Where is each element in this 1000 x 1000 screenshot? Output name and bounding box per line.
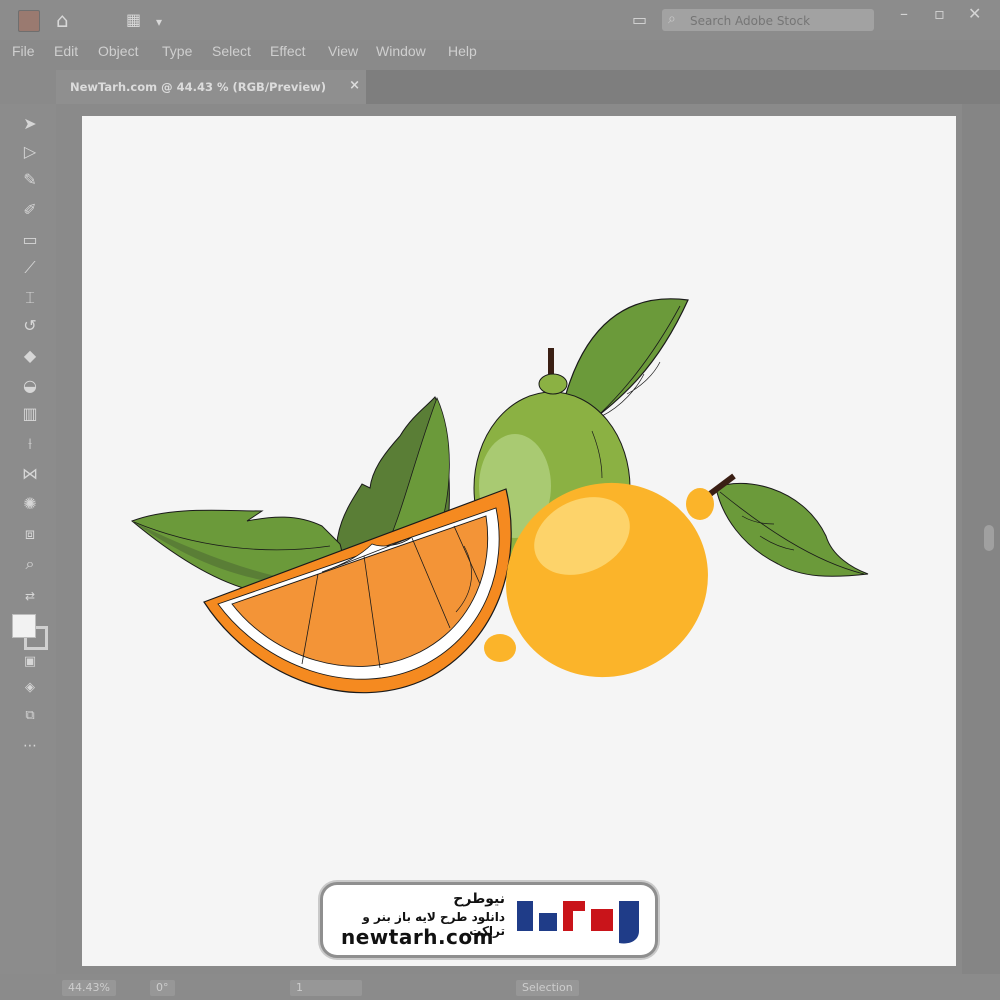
width-icon[interactable]: ⌶ [18, 286, 42, 310]
menu-bar: File Edit Object Type Select Effect View… [0, 40, 1000, 66]
newtarh-logo-icon [517, 901, 639, 944]
restore-icon[interactable]: ▫ [934, 4, 945, 23]
watermark-domain: newtarh.com [341, 925, 494, 949]
eraser-icon[interactable]: ◆ [18, 344, 42, 368]
search-box[interactable]: ⌕ [662, 9, 874, 31]
menu-effect[interactable]: Effect [270, 43, 306, 59]
arrange-icon[interactable]: ▭ [632, 8, 647, 32]
tab-close-icon[interactable]: × [349, 78, 360, 93]
close-icon[interactable]: ✕ [968, 4, 981, 23]
blend-icon[interactable]: ⋈ [18, 462, 42, 486]
rotation-angle[interactable]: 0° [150, 980, 175, 996]
title-bar: ⌂ ▦ ▾ ▭ ⌕ – ▫ ✕ [0, 0, 1000, 40]
swap-colors-icon[interactable]: ⇄ [18, 584, 42, 608]
tools-panel: ➤ ▷ ✎ ✐ ▭ ⟋ ⌶ ↺ ◆ ◒ ▥ ⟊ ⋈ ✺ ⧈ ⌕ ⇄ ▣ ◈ ⧉ … [0, 104, 56, 974]
eyedropper-icon[interactable]: ⟊ [18, 432, 42, 456]
artboard-icon[interactable]: ⧈ [18, 522, 42, 546]
gradient-icon[interactable]: ▥ [18, 402, 42, 426]
menu-help[interactable]: Help [448, 43, 477, 59]
more-tools-icon[interactable]: ⋯ [18, 734, 42, 758]
watermark-name: نیوطرح [453, 891, 505, 907]
document-tab-bar: NewTarh.com @ 44.43 % (RGB/Preview) × [56, 70, 1000, 104]
workspace-icon[interactable]: ▦ [126, 8, 141, 32]
menu-view[interactable]: View [328, 43, 358, 59]
zoom-level[interactable]: 44.43% [62, 980, 116, 996]
chevron-down-icon[interactable]: ▾ [156, 10, 162, 34]
watermark-badge: نیوطرح دانلود طرح لایه باز بنر و تراکت n… [323, 885, 655, 955]
fill-color-swatch[interactable] [12, 614, 36, 638]
right-scroll-strip [962, 104, 1000, 974]
symbol-sprayer-icon[interactable]: ✺ [18, 492, 42, 516]
document-tab-label: NewTarh.com @ 44.43 % (RGB/Preview) [70, 80, 327, 94]
app-logo-icon[interactable] [18, 10, 40, 32]
document-tab[interactable]: NewTarh.com @ 44.43 % (RGB/Preview) × [56, 70, 366, 104]
paintbrush-icon[interactable]: ⟋ [18, 256, 42, 280]
vertical-scrollbar[interactable] [984, 525, 994, 551]
draw-mode-icon[interactable]: ▣ [18, 650, 42, 674]
current-tool: Selection [516, 980, 579, 996]
menu-edit[interactable]: Edit [54, 43, 78, 59]
direct-selection-icon[interactable]: ▷ [18, 140, 42, 164]
search-input[interactable] [688, 11, 872, 31]
edit-toolbar-icon[interactable]: ⧉ [18, 704, 42, 728]
artboard[interactable] [82, 116, 956, 966]
artboard-number[interactable]: 1 [290, 980, 362, 996]
menu-file[interactable]: File [12, 43, 35, 59]
shape-builder-icon[interactable]: ◒ [18, 374, 42, 398]
zoom-icon[interactable]: ⌕ [18, 552, 42, 576]
menu-type[interactable]: Type [162, 43, 192, 59]
menu-select[interactable]: Select [212, 43, 251, 59]
rotate-icon[interactable]: ↺ [18, 314, 42, 338]
pen-icon[interactable]: ✎ [18, 168, 42, 192]
search-icon: ⌕ [668, 11, 676, 27]
curvature-icon[interactable]: ✐ [18, 198, 42, 222]
lemon-leaf [715, 482, 869, 577]
menu-object[interactable]: Object [98, 43, 138, 59]
menu-window[interactable]: Window [376, 43, 426, 59]
status-bar: 44.43% 0° 1 Selection [0, 974, 1000, 1000]
fruit-illustration [131, 298, 869, 694]
selection-icon[interactable]: ➤ [18, 112, 42, 136]
home-icon[interactable]: ⌂ [56, 8, 69, 32]
lime-stem [548, 348, 554, 374]
minimize-icon[interactable]: – [900, 4, 908, 23]
rectangle-icon[interactable]: ▭ [18, 228, 42, 252]
screen-mode-icon[interactable]: ◈ [18, 676, 42, 700]
